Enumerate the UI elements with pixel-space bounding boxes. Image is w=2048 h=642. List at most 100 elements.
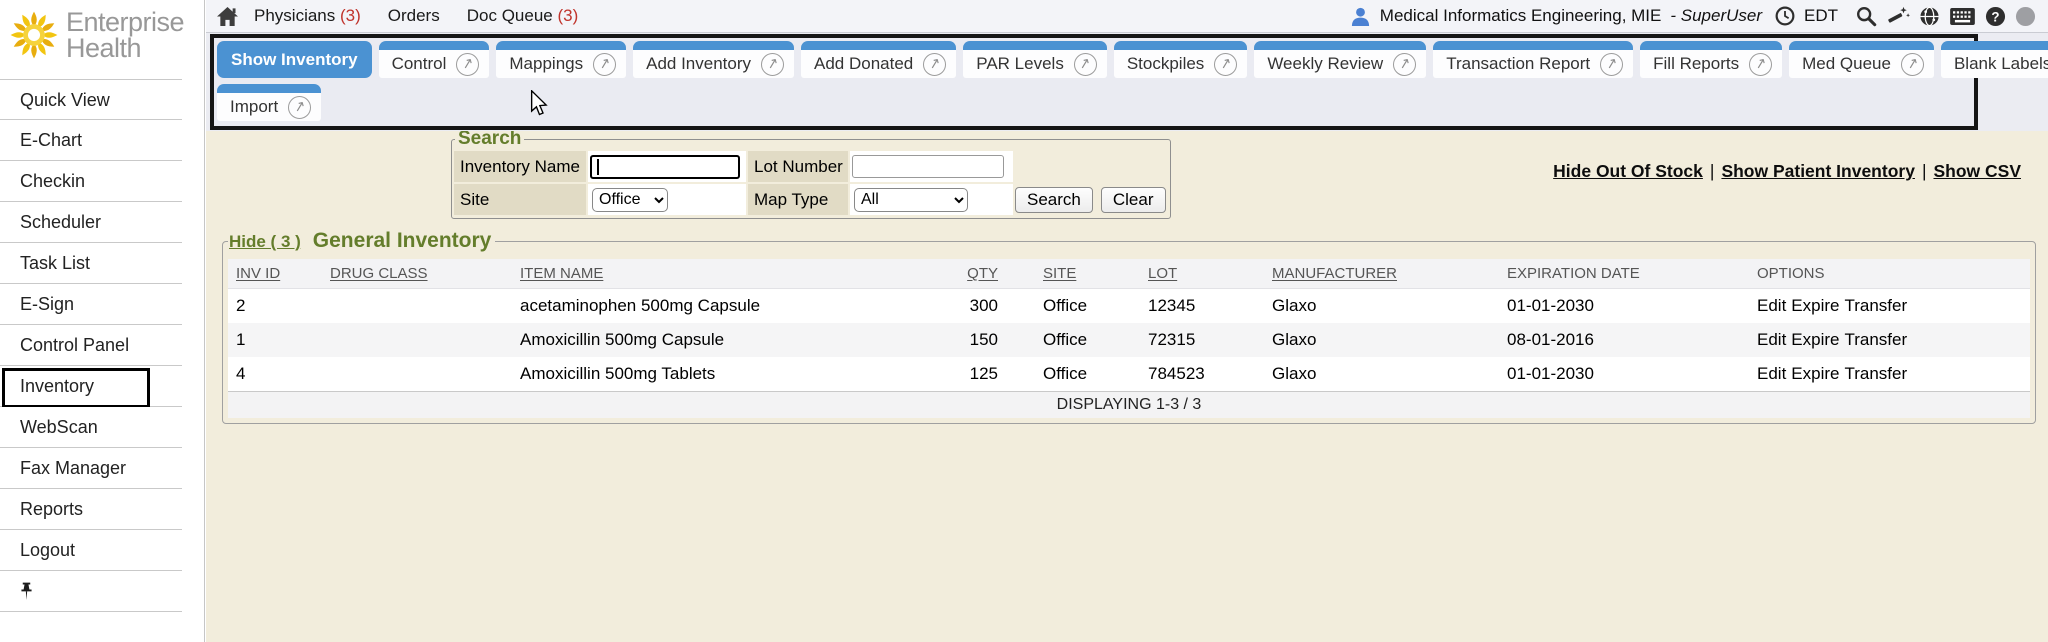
external-link-icon[interactable]: ↗ <box>593 53 616 76</box>
transfer-action[interactable]: Transfer <box>1844 296 1907 315</box>
cell-expiration-date: 08-01-2016 <box>1499 323 1749 357</box>
inventory-name-label: Inventory Name <box>454 151 586 182</box>
external-link-icon[interactable]: ↗ <box>288 96 311 119</box>
sidebar-item-reports[interactable]: Reports <box>0 489 182 530</box>
column-header-manufacturer[interactable]: MANUFACTURER <box>1264 259 1499 289</box>
link-show-patient-inventory[interactable]: Show Patient Inventory <box>1721 161 1915 181</box>
tab-accent-strip <box>801 41 956 50</box>
external-link-icon[interactable]: ↗ <box>1749 53 1772 76</box>
tab-add-donated[interactable]: Add Donated↗ <box>801 41 956 78</box>
sidebar-pin-button[interactable] <box>0 571 182 612</box>
clear-button[interactable]: Clear <box>1101 187 1166 213</box>
count-badge: (3) <box>335 6 361 25</box>
wand-button[interactable] <box>1886 5 1910 27</box>
search-panel: Search Inventory Name Lot Number Site Of… <box>451 131 1171 219</box>
sidebar-item-control-panel[interactable]: Control Panel <box>0 325 182 366</box>
link-show-csv[interactable]: Show CSV <box>1933 161 2021 181</box>
tab-weekly-review[interactable]: Weekly Review↗ <box>1254 41 1426 78</box>
inventory-name-input[interactable] <box>590 155 740 179</box>
expire-action[interactable]: Expire <box>1791 296 1839 315</box>
map-type-label: Map Type <box>748 184 848 215</box>
sidebar-item-webscan[interactable]: WebScan <box>0 407 182 448</box>
sidebar-item-e-sign[interactable]: E-Sign <box>0 284 182 325</box>
tab-transaction-report[interactable]: Transaction Report↗ <box>1433 41 1633 78</box>
cell-manufacturer: Glaxo <box>1264 357 1499 392</box>
help-button[interactable]: ? <box>1985 6 2006 27</box>
external-link-icon[interactable]: ↗ <box>1393 53 1416 76</box>
wand-icon <box>1886 5 1910 27</box>
tab-mappings[interactable]: Mappings↗ <box>496 41 626 78</box>
general-inventory-title: General Inventory <box>313 229 492 253</box>
keyboard-button[interactable] <box>1949 7 1976 26</box>
tab-accent-strip <box>217 84 321 93</box>
svg-text:?: ? <box>1991 9 1999 24</box>
external-link-icon[interactable]: ↗ <box>1901 53 1924 76</box>
expire-action[interactable]: Expire <box>1791 364 1839 383</box>
tab-show-inventory[interactable]: Show Inventory <box>217 41 372 78</box>
sidebar-item-inventory[interactable]: Inventory <box>0 366 182 407</box>
displaying-count: DISPLAYING 1-3 / 3 <box>228 392 2030 419</box>
sidebar-item-checkin[interactable]: Checkin <box>0 161 182 202</box>
column-header-lot[interactable]: LOT <box>1140 259 1264 289</box>
tab-accent-strip <box>1114 41 1247 50</box>
expire-action[interactable]: Expire <box>1791 330 1839 349</box>
lot-number-label: Lot Number <box>748 151 848 182</box>
search-button[interactable]: Search <box>1015 187 1093 213</box>
sidebar-item-e-chart[interactable]: E-Chart <box>0 120 182 161</box>
tab-stockpiles[interactable]: Stockpiles↗ <box>1114 41 1247 78</box>
external-link-icon[interactable]: ↗ <box>1214 53 1237 76</box>
cell-drug-class <box>322 289 512 324</box>
column-header-drug-class[interactable]: DRUG CLASS <box>322 259 512 289</box>
lot-number-input[interactable] <box>852 155 1004 178</box>
sidebar-item-quick-view[interactable]: Quick View <box>0 79 182 120</box>
site-label: Site <box>454 184 586 215</box>
cell-qty: 125 <box>946 357 1018 392</box>
tab-import[interactable]: Import↗ <box>217 84 321 121</box>
cell-site: Office <box>1018 289 1140 324</box>
sidebar-item-task-list[interactable]: Task List <box>0 243 182 284</box>
external-link-icon[interactable]: ↗ <box>1600 53 1623 76</box>
sidebar-item-fax-manager[interactable]: Fax Manager <box>0 448 182 489</box>
cell-inv-id: 2 <box>228 289 322 324</box>
table-row: 4Amoxicillin 500mg Tablets125Office78452… <box>228 357 2030 392</box>
tab-med-queue[interactable]: Med Queue↗ <box>1789 41 1934 78</box>
clock-button[interactable] <box>1775 6 1795 26</box>
topbar-nav-orders[interactable]: Orders <box>388 6 440 26</box>
sidebar-item-scheduler[interactable]: Scheduler <box>0 202 182 243</box>
column-header-qty[interactable]: QTY <box>946 259 1018 289</box>
external-link-icon[interactable]: ↗ <box>923 53 946 76</box>
map-type-select[interactable]: All <box>854 188 968 212</box>
globe-button[interactable] <box>1919 6 1940 27</box>
edit-action[interactable]: Edit <box>1757 330 1786 349</box>
tab-blank-labels[interactable]: Blank Labels↗ <box>1941 41 2048 78</box>
sidebar-item-logout[interactable]: Logout <box>0 530 182 571</box>
topbar-nav-physicians[interactable]: Physicians (3) <box>254 6 361 26</box>
table-header-row: INV IDDRUG CLASSITEM NAMEQTYSITELOTMANUF… <box>228 259 2030 289</box>
column-header-inv-id[interactable]: INV ID <box>228 259 322 289</box>
external-link-icon[interactable]: ↗ <box>1074 53 1097 76</box>
cell-expiration-date: 01-01-2030 <box>1499 357 1749 392</box>
external-link-icon[interactable]: ↗ <box>456 53 479 76</box>
edit-action[interactable]: Edit <box>1757 296 1786 315</box>
link-hide-out-of-stock[interactable]: Hide Out Of Stock <box>1553 161 1703 181</box>
tab-par-levels[interactable]: PAR Levels↗ <box>963 41 1107 78</box>
cell-inv-id: 4 <box>228 357 322 392</box>
column-header-item-name[interactable]: ITEM NAME <box>512 259 946 289</box>
cell-options: Edit Expire Transfer <box>1749 289 2030 324</box>
tab-add-inventory[interactable]: Add Inventory↗ <box>633 41 794 78</box>
external-link-icon[interactable]: ↗ <box>761 53 784 76</box>
tab-accent-strip <box>963 41 1107 50</box>
site-select[interactable]: Office <box>592 188 668 212</box>
tab-control[interactable]: Control↗ <box>379 41 490 78</box>
edit-action[interactable]: Edit <box>1757 364 1786 383</box>
tab-fill-reports[interactable]: Fill Reports↗ <box>1640 41 1782 78</box>
topbar-nav-doc-queue[interactable]: Doc Queue (3) <box>467 6 579 26</box>
user-name[interactable]: Medical Informatics Engineering, MIE <box>1380 6 1662 26</box>
hide-table-link[interactable]: Hide ( 3 ) <box>229 232 301 252</box>
home-button[interactable] <box>216 6 239 27</box>
global-search-button[interactable] <box>1855 5 1877 27</box>
cell-lot: 784523 <box>1140 357 1264 392</box>
column-header-site[interactable]: SITE <box>1018 259 1140 289</box>
transfer-action[interactable]: Transfer <box>1844 330 1907 349</box>
transfer-action[interactable]: Transfer <box>1844 364 1907 383</box>
